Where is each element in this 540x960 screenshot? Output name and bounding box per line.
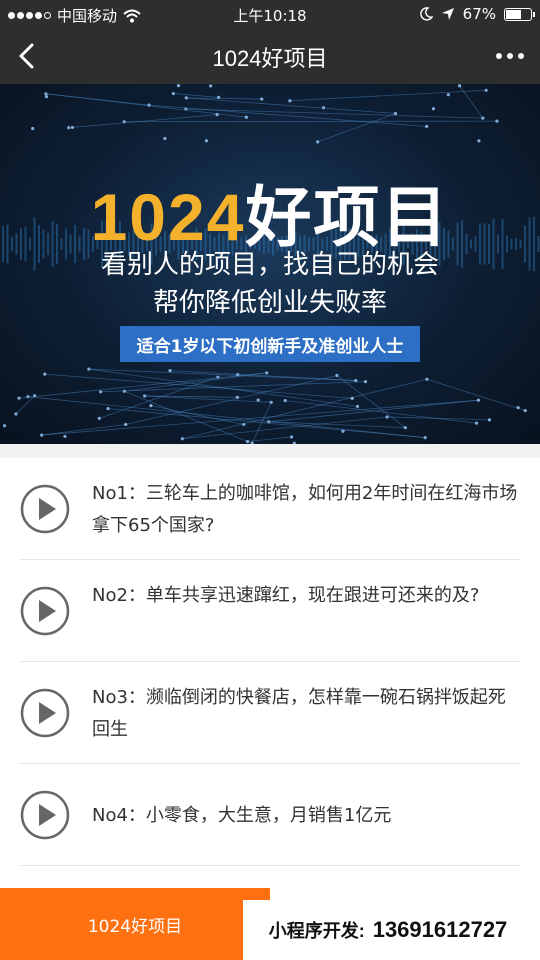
- play-icon[interactable]: [20, 484, 70, 534]
- banner-subtitle-2: 帮你降低创业失败率: [152, 288, 387, 318]
- project-list: No1：三轮车上的咖啡馆，如何用2年时间在红海市场拿下65个国家? No2：单车…: [0, 458, 540, 888]
- location-arrow-icon: [441, 8, 454, 20]
- list-item[interactable]: No1：三轮车上的咖啡馆，如何用2年时间在红海市场拿下65个国家?: [20, 458, 520, 560]
- banner-title-number: 1024: [90, 180, 246, 254]
- nav-bar: 1024好项目: [0, 28, 540, 84]
- list-item[interactable]: No4：小零食，大生意，月销售1亿元: [20, 764, 520, 866]
- moon-icon: [419, 7, 433, 21]
- status-bar: 中国移动 上午10:18 67%: [0, 0, 540, 28]
- play-icon[interactable]: [20, 586, 70, 636]
- more-button[interactable]: [490, 40, 530, 72]
- battery-fill: [506, 9, 521, 19]
- banner-subtitle-1: 看别人的项目，找自己的机会: [100, 250, 439, 280]
- play-icon[interactable]: [20, 790, 70, 840]
- tab-home[interactable]: 1024好项目: [0, 888, 270, 960]
- page-title: 1024好项目: [212, 46, 328, 71]
- promo-phone: 13691612727: [372, 917, 508, 942]
- bottom-bar: 1024好项目 小程序开发: 13691612727: [0, 888, 540, 960]
- list-item-title: No4：小零食，大生意，月销售1亿元: [92, 805, 392, 826]
- more-icon: [496, 53, 502, 59]
- battery-label: 67%: [462, 5, 496, 23]
- banner-tag: 适合1岁以下初创新手及准创业人士: [120, 326, 420, 362]
- play-icon[interactable]: [20, 688, 70, 738]
- status-right: 67%: [419, 5, 535, 23]
- list-item-title: No3：濒临倒闭的快餐店，怎样靠一碗石锅拌饭起死回生: [92, 687, 506, 740]
- hero-banner: 1024好项目 看别人的项目，找自己的机会 帮你降低创业失败率 适合1岁以下初创…: [0, 84, 540, 444]
- list-item[interactable]: No3：濒临倒闭的快餐店，怎样靠一碗石锅拌饭起死回生: [20, 662, 520, 764]
- list-item[interactable]: No2：单车共享迅速蹿红，现在跟进可还来的及?: [20, 560, 520, 662]
- promo-overlay: 小程序开发: 13691612727: [243, 900, 533, 960]
- promo-label: 小程序开发:: [268, 921, 365, 941]
- list-item-title: No1：三轮车上的咖啡馆，如何用2年时间在红海市场拿下65个国家?: [92, 483, 518, 536]
- list-item-title: No2：单车共享迅速蹿红，现在跟进可还来的及?: [92, 585, 480, 606]
- battery-icon: [504, 7, 535, 21]
- banner-title-text: 好项目: [245, 180, 450, 254]
